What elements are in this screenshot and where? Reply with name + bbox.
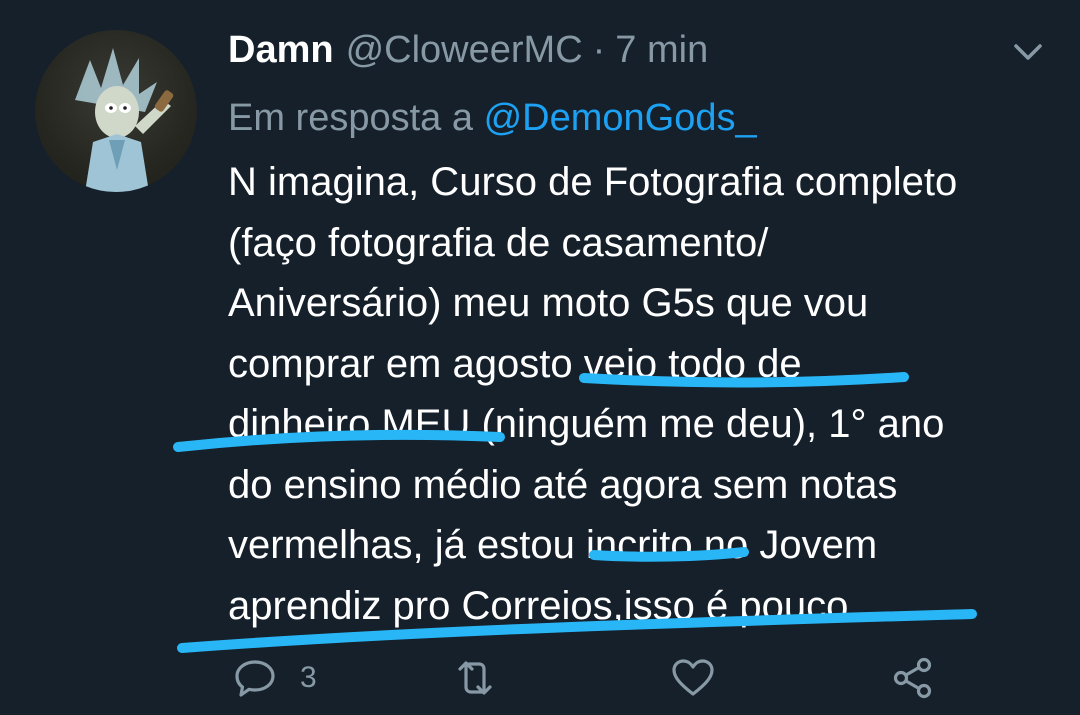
- tweet-actions: 3: [0, 650, 1080, 710]
- tweet-text-line: Aniversário) meu moto G5s que vou: [228, 281, 869, 325]
- timestamp[interactable]: 7 min: [615, 24, 708, 76]
- share-icon: [890, 655, 936, 701]
- retweet-icon: [452, 655, 498, 701]
- retweet-button[interactable]: [452, 650, 498, 706]
- reply-prefix: Em resposta a: [228, 97, 473, 139]
- avatar-illustration: [75, 48, 174, 192]
- tweet-text-line: N imagina, Curso de Fotografia completo: [228, 160, 958, 204]
- reply-context: Em resposta a @DemonGods_: [228, 92, 757, 144]
- like-button[interactable]: [670, 650, 716, 706]
- share-button[interactable]: [890, 650, 936, 706]
- reply-button[interactable]: 3: [232, 650, 317, 706]
- tweet-text-line: (faço fotografia de casamento/: [228, 220, 769, 265]
- heart-icon: [670, 655, 716, 701]
- tweet-text: N imagina, Curso de Fotografia completo …: [228, 152, 1068, 636]
- reply-count: 3: [300, 661, 317, 694]
- chevron-down-icon[interactable]: [1008, 36, 1048, 68]
- tweet-text-line: aprendiz pro Correios,isso é pouco: [228, 583, 849, 628]
- tweet-text-line: do ensino médio até agora sem notas: [228, 462, 898, 507]
- tweet-text-line: vermelhas, já estou incrito no Jovem: [228, 523, 878, 567]
- tweet-text-line: comprar em agosto veio todo de: [228, 341, 802, 386]
- user-handle[interactable]: @CloweerMC: [346, 24, 583, 76]
- separator-dot: ·: [592, 29, 606, 71]
- display-name[interactable]: Damn: [228, 24, 334, 76]
- tweet-header: Damn @CloweerMC · 7 min: [228, 24, 708, 76]
- avatar[interactable]: [35, 30, 197, 192]
- reply-to-handle[interactable]: @DemonGods_: [484, 97, 757, 139]
- tweet-text-line: dinheiro MEU (ninguém me deu), 1° ano: [228, 402, 945, 446]
- tweet-card[interactable]: Damn @CloweerMC · 7 min Em resposta a @D…: [0, 0, 1080, 715]
- reply-icon: [232, 655, 278, 701]
